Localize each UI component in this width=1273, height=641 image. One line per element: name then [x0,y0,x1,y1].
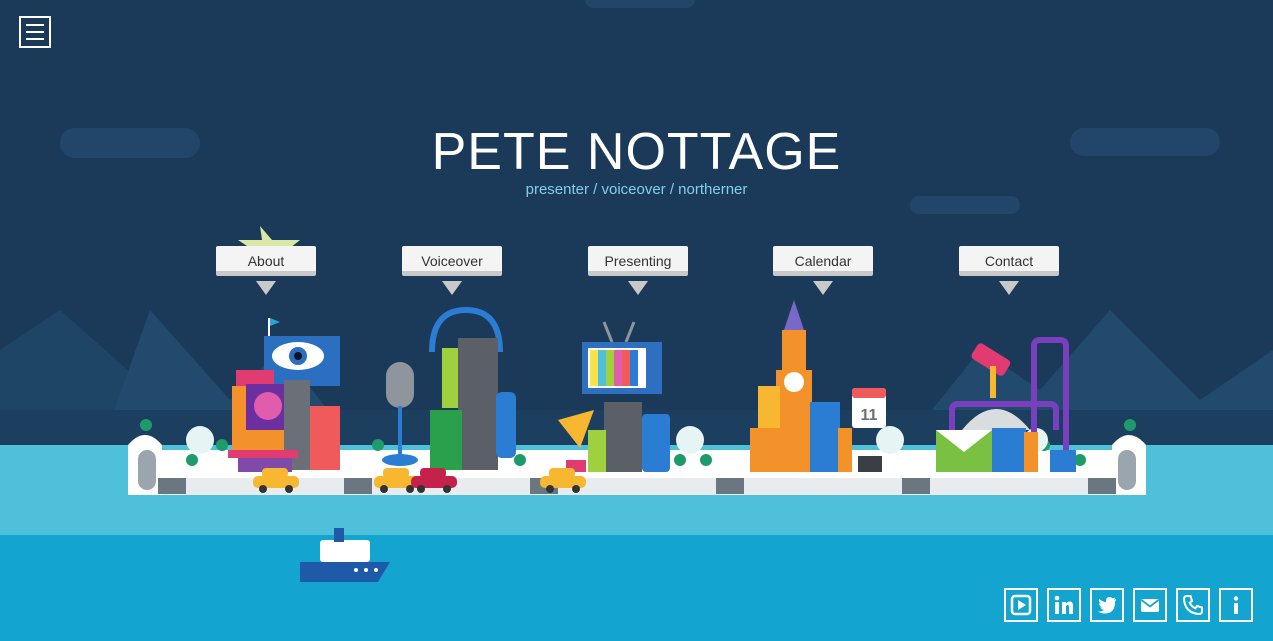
nav-item-calendar[interactable]: Calendar [773,246,873,295]
nav-pointer [442,281,462,295]
menu-bar [26,31,44,33]
phone-button[interactable] [1176,588,1210,622]
youtube-button[interactable] [1004,588,1038,622]
info-icon [1233,596,1239,614]
about-buildings [228,318,340,472]
nav-pointer [813,281,833,295]
nav-item-presenting[interactable]: Presenting [588,246,688,295]
presenting-buildings [558,321,670,472]
menu-bar [26,24,44,26]
twitter-button[interactable] [1090,588,1124,622]
voiceover-buildings [382,306,516,470]
calendar-day-number: 11 [861,407,878,424]
nav-item-label: About [216,246,316,276]
nav-item-label: Calendar [773,246,873,276]
info-button[interactable] [1219,588,1253,622]
nav-pointer [628,281,648,295]
site-title: PETE NOTTAGE [431,123,842,181]
youtube-icon [1010,594,1032,616]
email-button[interactable] [1133,588,1167,622]
phone-icon [1182,595,1203,616]
twitter-icon [1098,597,1116,614]
linkedin-icon [1054,595,1073,614]
linkedin-button[interactable] [1047,588,1081,622]
nav-item-label: Contact [959,246,1059,276]
contact-buildings [936,337,1076,472]
nav-pointer [999,281,1019,295]
nav-item-label: Presenting [588,246,688,276]
email-icon [1140,599,1160,612]
nav-item-voiceover[interactable]: Voiceover [402,246,502,295]
nav-item-contact[interactable]: Contact [959,246,1059,295]
plane-illustration [238,226,300,248]
site-subtitle: presenter / voiceover / northerner [525,181,748,198]
menu-bar [26,38,44,40]
nav-item-label: Voiceover [402,246,502,276]
nav-item-about[interactable]: About [216,246,316,295]
calendar-buildings [750,300,886,472]
city-island-illustration: 11 [128,226,1146,582]
hamburger-menu-button[interactable] [19,16,51,48]
boat-illustration [300,528,390,582]
nav-pointer [256,281,276,295]
